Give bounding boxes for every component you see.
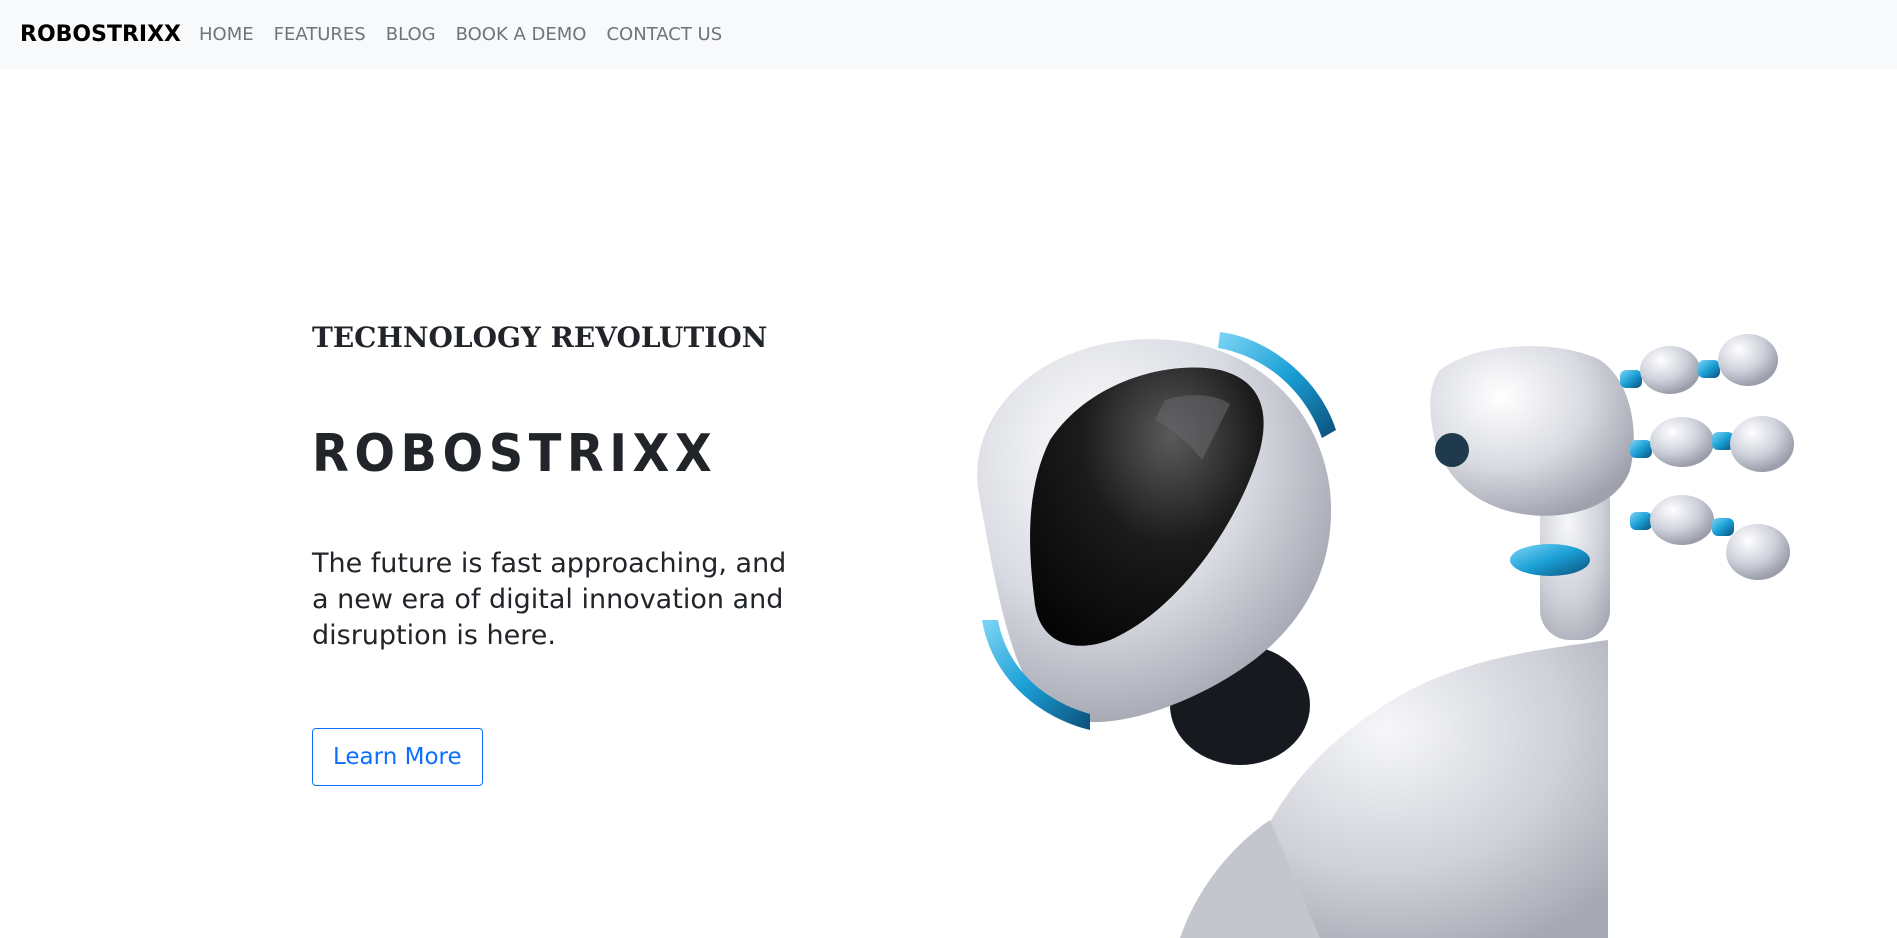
brand-logo-link[interactable]: ROBOSTRIXX [20,21,181,49]
robot-body-shape [1170,640,1608,938]
nav-link-contact-us[interactable]: CONTACT US [606,21,722,49]
hero-section: TECHNOLOGY REVOLUTION ROBOSTRIXX The fut… [312,316,792,786]
nav-links: HOME FEATURES BLOG BOOK A DEMO CONTACT U… [199,21,742,49]
robot-hand-shape [1430,334,1794,640]
robot-illustration [977,332,1794,938]
top-navbar: ROBOSTRIXX HOME FEATURES BLOG BOOK A DEM… [0,0,1897,69]
hero-headline: ROBOSTRIXX [312,424,718,484]
nav-link-blog[interactable]: BLOG [386,21,436,49]
nav-link-home[interactable]: HOME [199,21,254,49]
nav-link-features[interactable]: FEATURES [274,21,366,49]
learn-more-button[interactable]: Learn More [312,728,483,786]
hero-tagline: The future is fast approaching, and a ne… [312,548,787,651]
nav-link-book-a-demo[interactable]: BOOK A DEMO [456,21,587,49]
hero-eyebrow: TECHNOLOGY REVOLUTION [312,321,768,354]
